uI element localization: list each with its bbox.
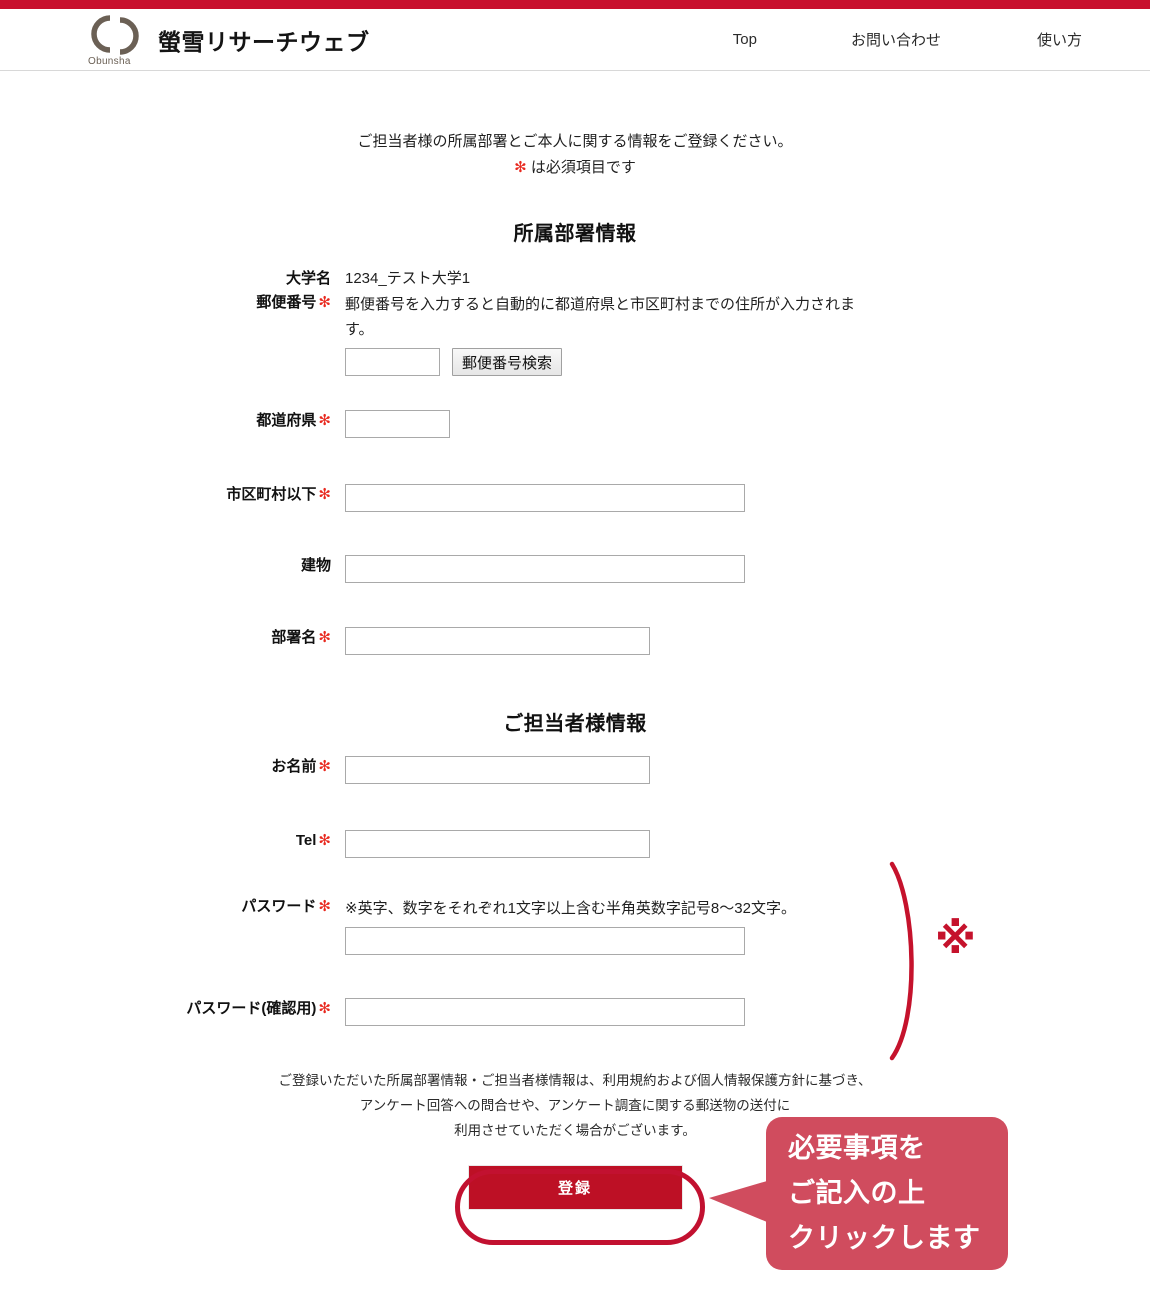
register-submit-button[interactable]: 登録 — [467, 1165, 683, 1210]
label-building: 建物 — [300, 557, 331, 574]
label-password: パスワード ✻ — [241, 898, 331, 915]
label-tel: Tel ✻ — [295, 832, 331, 849]
intro-block: ご担当者様の所属部署とご本人に関する情報をご登録ください。 ✻ は必須項目です — [0, 129, 1150, 181]
label-name: お名前 ✻ — [271, 758, 331, 775]
callout-line-3: クリックします — [788, 1223, 981, 1253]
field-row-university: 大学名 1234_テスト大学1 — [0, 268, 1150, 290]
annotation-kome-symbol: ※ — [935, 914, 976, 963]
required-star-icon: ✻ — [514, 159, 527, 176]
required-star-icon: ✻ — [318, 412, 331, 429]
field-row-prefecture: 都道府県 ✻ — [0, 410, 1150, 438]
nav-item-howto[interactable]: 使い方 — [1035, 23, 1084, 56]
brand-top-bar — [0, 0, 1150, 9]
label-prefecture: 都道府県 ✻ — [256, 412, 331, 429]
required-star-icon: ✻ — [318, 294, 331, 311]
building-input[interactable] — [345, 555, 745, 583]
required-star-icon: ✻ — [318, 486, 331, 503]
nav-item-contact[interactable]: お問い合わせ — [849, 23, 943, 56]
intro-line-2: ✻ は必須項目です — [0, 155, 1150, 181]
site-header: Obunsha 螢雪リサーチウェブ Top お問い合わせ 使い方 — [0, 9, 1150, 71]
required-star-icon: ✻ — [318, 832, 331, 849]
intro-line-1: ご担当者様の所属部署とご本人に関する情報をご登録ください。 — [357, 133, 793, 150]
privacy-notice-line-2: アンケート回答への問合せや、アンケート調査に関する郵送物の送付に — [359, 1098, 791, 1113]
zip-search-button[interactable]: 郵便番号検索 — [452, 348, 563, 376]
label-password-confirm: パスワード(確認用) ✻ — [186, 1000, 331, 1017]
required-star-icon: ✻ — [318, 629, 331, 646]
name-input[interactable] — [345, 756, 650, 784]
hint-zip: 郵便番号を入力すると自動的に都道府県と市区町村までの住所が入力されます。 — [345, 296, 856, 338]
field-row-building: 建物 — [0, 555, 1150, 583]
password-input[interactable] — [345, 927, 745, 955]
privacy-notice-line-1: ご登録いただいた所属部署情報・ご担当者様情報は、利用規約および個人情報保護方針に… — [278, 1073, 872, 1088]
logo-wordmark: Obunsha — [88, 55, 131, 67]
callout-line-1: 必要事項を — [788, 1133, 926, 1163]
instruction-callout: 必要事項を ご記入の上 クリックします — [709, 1117, 1008, 1270]
prefecture-input[interactable] — [345, 410, 450, 438]
city-input[interactable] — [345, 484, 745, 512]
label-university: 大学名 — [285, 270, 331, 287]
brand-block[interactable]: Obunsha 螢雪リサーチウェブ — [86, 14, 370, 67]
hint-password: ※英字、数字をそれぞれ1文字以上含む半角英数字記号8〜32文字。 — [345, 900, 796, 917]
required-star-icon: ✻ — [318, 1000, 331, 1017]
label-zip: 郵便番号 ✻ — [256, 294, 331, 311]
department-name-input[interactable] — [345, 627, 650, 655]
zip-input-group: 郵便番号検索 — [345, 348, 1150, 376]
callout-line-2: ご記入の上 — [788, 1178, 926, 1208]
required-star-icon: ✻ — [318, 898, 331, 915]
label-department-name: 部署名 ✻ — [271, 629, 331, 646]
nav-item-top[interactable]: Top — [731, 25, 759, 54]
field-row-city: 市区町村以下 ✻ — [0, 484, 1150, 512]
zip-input[interactable] — [345, 348, 440, 376]
section-title-contact: ご担当者様情報 — [503, 713, 647, 735]
field-row-department-name: 部署名 ✻ — [0, 627, 1150, 655]
field-row-tel: Tel ✻ — [0, 830, 1150, 858]
password-confirm-input[interactable] — [345, 998, 745, 1026]
field-row-password: パスワード ✻ ※英字、数字をそれぞれ1文字以上含む半角英数字記号8〜32文字。 — [0, 896, 1150, 955]
section-title-department: 所属部署情報 — [513, 223, 637, 245]
tel-input[interactable] — [345, 830, 650, 858]
field-row-name: お名前 ✻ — [0, 756, 1150, 784]
field-row-password-confirm: パスワード(確認用) ✻ — [0, 998, 1150, 1026]
field-row-zip: 郵便番号 ✻ 郵便番号を入力すると自動的に都道府県と市区町村までの住所が入力されま… — [0, 292, 1150, 376]
site-title: 螢雪リサーチウェブ — [158, 28, 370, 55]
obunsha-rings-logo-icon: Obunsha — [86, 14, 144, 67]
registration-form: 大学名 1234_テスト大学1 郵便番号 ✻ 郵便番号を入力すると自動的に都道府県… — [0, 268, 1150, 1026]
callout-tail-icon — [709, 1181, 767, 1222]
label-city: 市区町村以下 ✻ — [226, 486, 331, 503]
value-university: 1234_テスト大学1 — [345, 270, 471, 287]
main-nav: Top お問い合わせ 使い方 — [731, 23, 1150, 56]
required-star-icon: ✻ — [318, 758, 331, 775]
intro-required-note: は必須項目です — [530, 159, 636, 176]
